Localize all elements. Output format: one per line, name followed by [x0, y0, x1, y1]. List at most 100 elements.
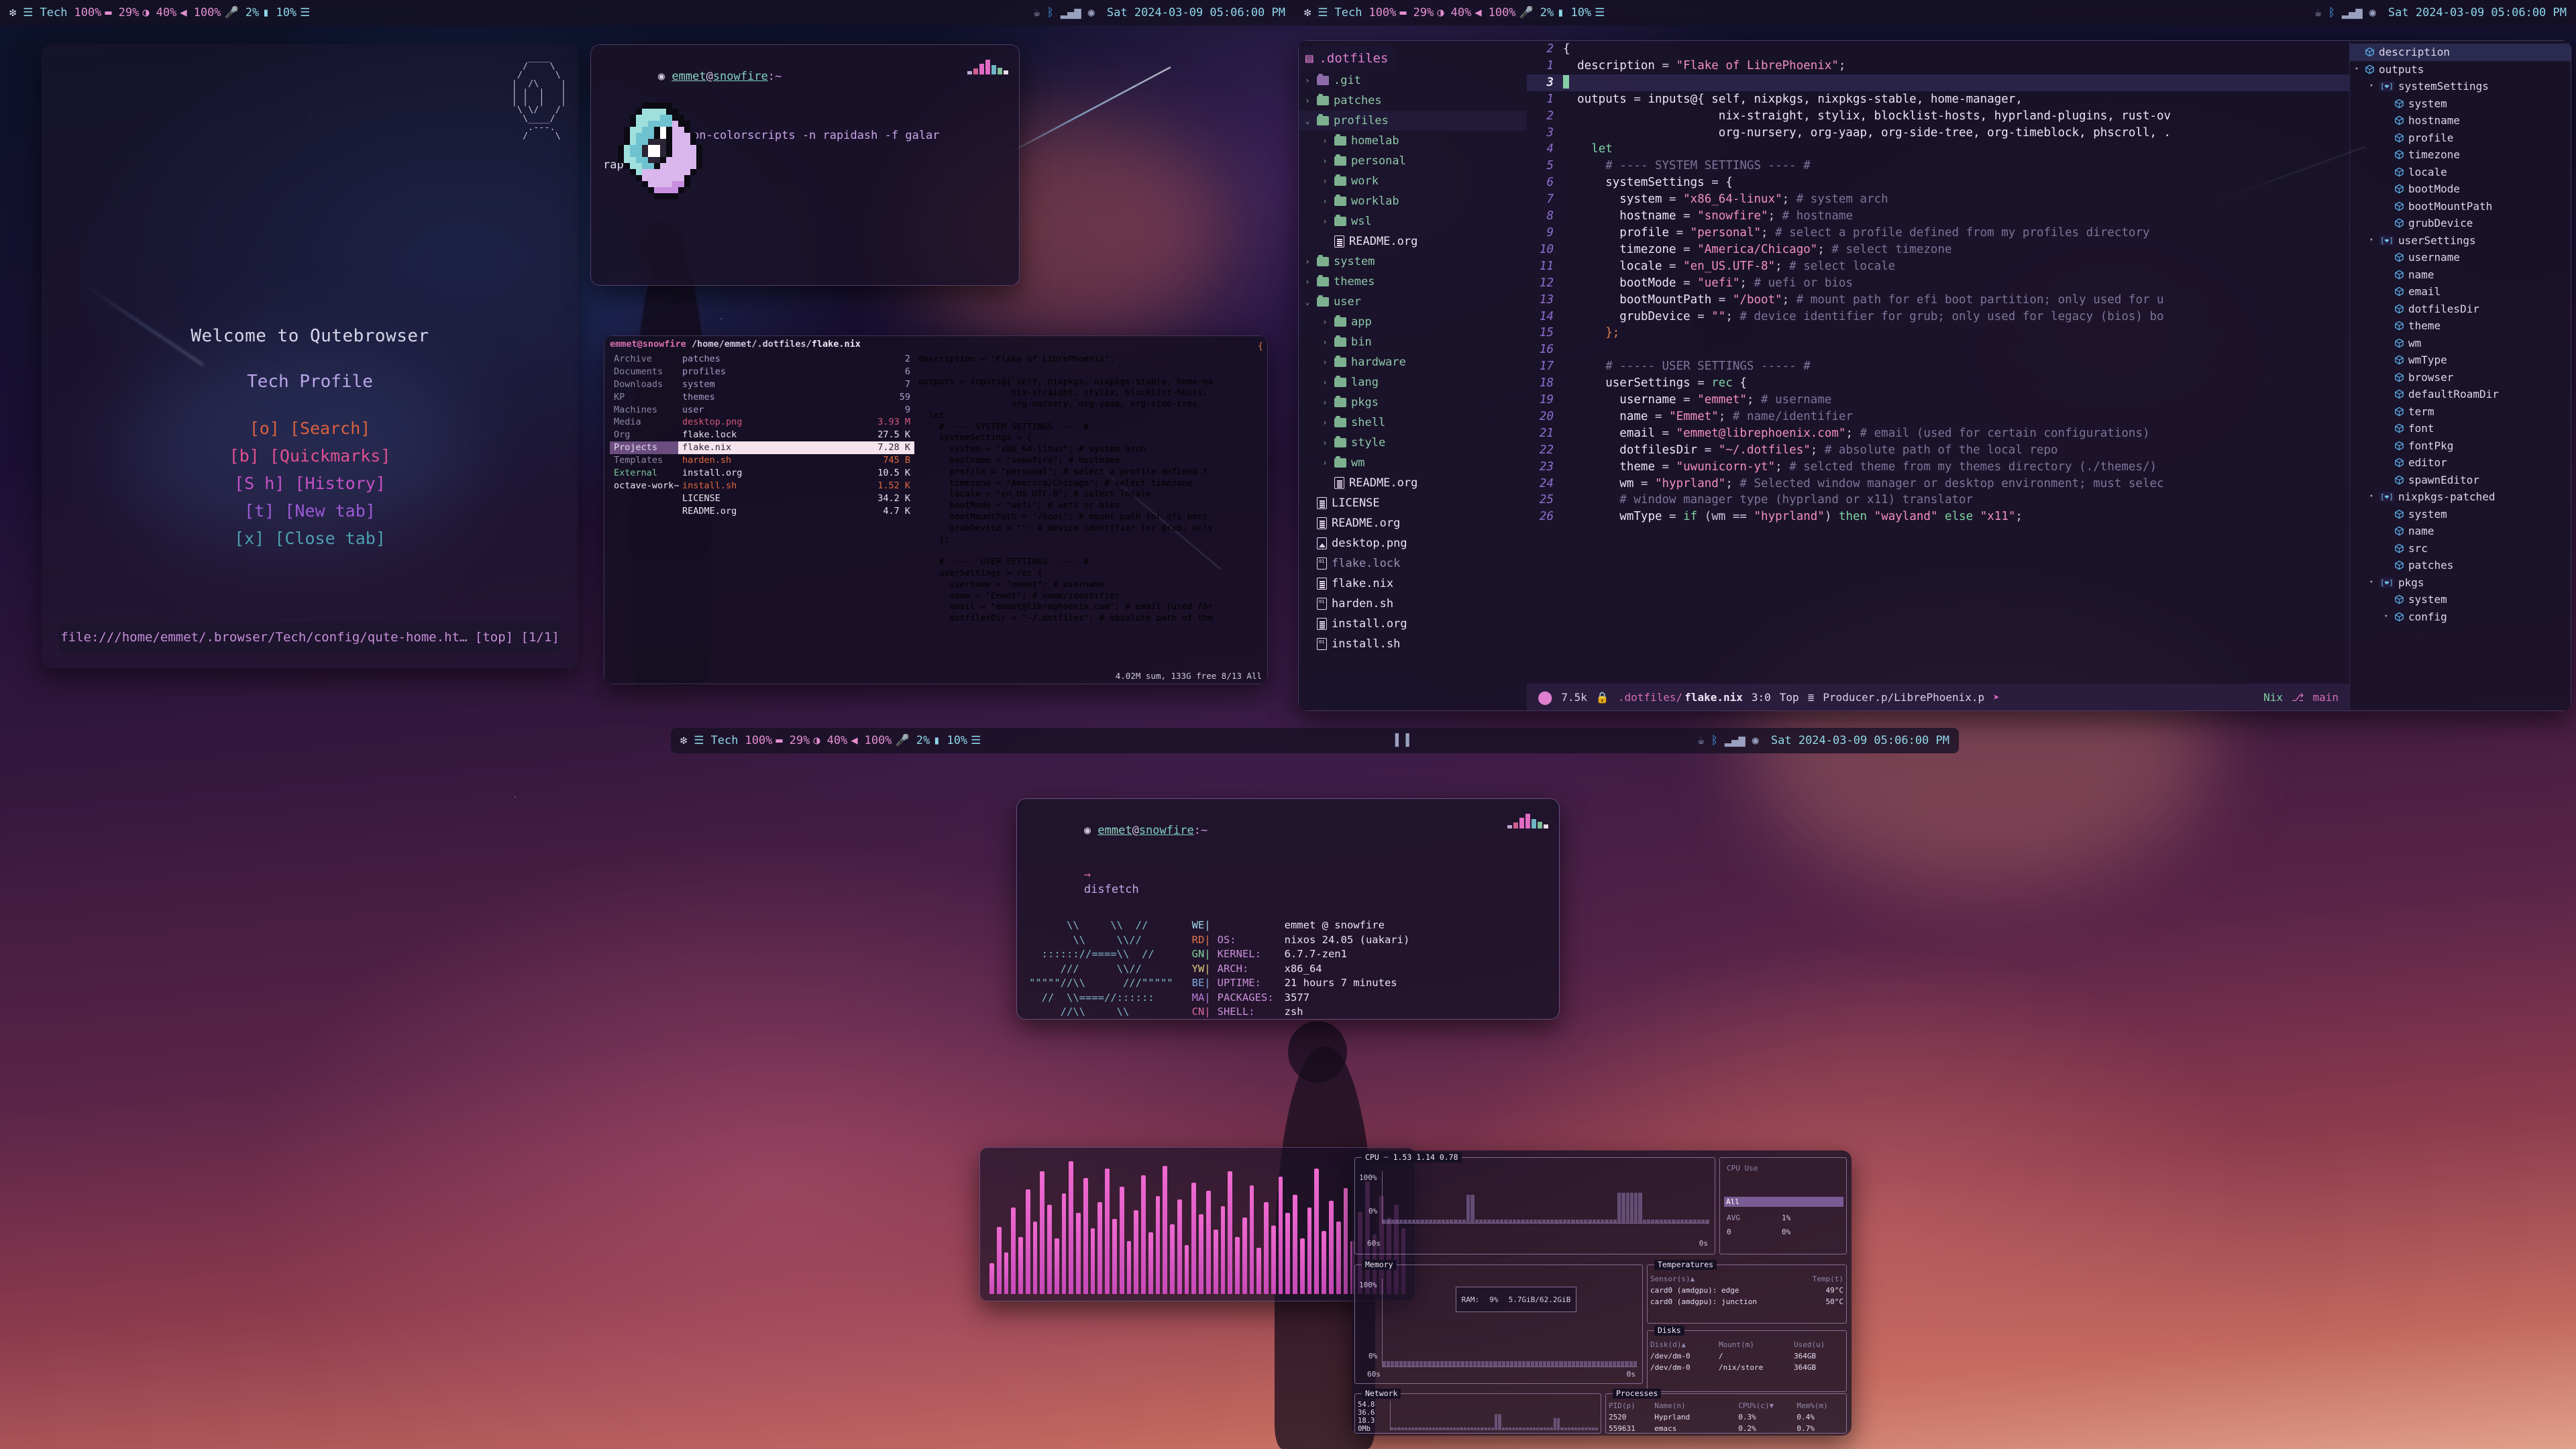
code-line[interactable]: 5 # ---- SYSTEM SETTINGS ---- #: [1527, 158, 2349, 174]
clock[interactable]: Sat 2024-03-09 05:06:00 PM: [1771, 734, 1949, 747]
code-line[interactable]: 17 # ----- USER SETTINGS ----- #: [1527, 358, 2349, 375]
treemacs-node[interactable]: › wm: [1299, 453, 1527, 473]
btop-process-row[interactable]: 559631 emacs 0.2% 0.7%: [1606, 1423, 1846, 1434]
treemacs-node[interactable]: › work: [1299, 171, 1527, 191]
chevron-right-icon[interactable]: ›: [1320, 151, 1330, 171]
workspace-label[interactable]: Tech: [1335, 6, 1362, 19]
code-line[interactable]: 14 grubDevice = ""; # device identifier …: [1527, 309, 2349, 325]
treemacs-node[interactable]: › themes: [1299, 272, 1527, 292]
chevron-down-icon[interactable]: ▾: [2367, 78, 2375, 95]
emacs-window[interactable]: ▤ .dotfiles › .git › patches ⌄ profiles › homel…: [1298, 40, 2571, 711]
clock[interactable]: Sat 2024-03-09 05:06:00 PM: [2388, 6, 2567, 19]
treemacs-node[interactable]: › lang: [1299, 372, 1527, 392]
treemacs-node[interactable]: › worklab: [1299, 191, 1527, 211]
ranger-parent-item[interactable]: Media: [610, 416, 678, 429]
treemacs-node[interactable]: › wsl: [1299, 211, 1527, 231]
imenu-entry[interactable]: system: [2350, 506, 2571, 523]
ranger-file-row[interactable]: LICENSE 34.2 K: [678, 492, 914, 505]
statusbar-bottom[interactable]: ❇ ☰ Tech 100% ▬ 29% ◑ 40% ◀ 100% 🎤 2% ▮ 10% ☰ …: [671, 728, 1959, 753]
btop-disk-col-mount[interactable]: Mount(m): [1716, 1339, 1791, 1350]
treemacs-node[interactable]: install.sh: [1299, 634, 1527, 654]
mic-indicator[interactable]: 100% 🎤: [865, 734, 910, 747]
chevron-right-icon[interactable]: ›: [1320, 372, 1330, 392]
ranger-current-column[interactable]: patches 2 profiles 6 system 7 themes 59 user 9 des…: [678, 353, 914, 684]
imenu-entry[interactable]: editor: [2350, 454, 2571, 472]
chevron-right-icon[interactable]: ›: [1320, 191, 1330, 211]
imenu-entry[interactable]: defaultRoamDir: [2350, 386, 2571, 403]
chevron-down-icon[interactable]: ▾: [2367, 488, 2375, 506]
imenu-entry[interactable]: fontPkg: [2350, 437, 2571, 455]
memory-indicator[interactable]: 2% ▮: [246, 6, 270, 19]
workspace-label[interactable]: Tech: [711, 734, 739, 747]
record-icon[interactable]: ◉: [1088, 7, 1095, 19]
bluetooth-icon[interactable]: ᛒ: [1711, 735, 1718, 747]
btop-temp-col-sensor[interactable]: Sensor(s)▲: [1648, 1273, 1797, 1285]
wifi-signal-icon[interactable]: ▂▄▆: [1725, 735, 1746, 747]
chevron-right-icon[interactable]: ›: [1303, 70, 1312, 91]
ranger-file-row[interactable]: user 9: [678, 404, 914, 417]
btop-disk-col-disk[interactable]: Disk(d)▲: [1648, 1339, 1716, 1350]
treemacs-node[interactable]: install.org: [1299, 614, 1527, 634]
cava-visualizer-window[interactable]: [979, 1147, 1415, 1301]
imenu-entry[interactable]: name: [2350, 266, 2571, 284]
code-line[interactable]: 2 nix-straight, stylix, blocklist-hosts,…: [1527, 108, 2349, 125]
ranger-parent-item[interactable]: Projects: [610, 441, 678, 455]
emacs-body[interactable]: ▤ .dotfiles › .git › patches ⌄ profiles › homel…: [1298, 40, 2571, 711]
chevron-right-icon[interactable]: ›: [1303, 91, 1312, 111]
imenu-entry[interactable]: system: [2350, 591, 2571, 608]
ranger-parent-item[interactable]: Downloads: [610, 378, 678, 391]
code-line[interactable]: 3 org-nursery, org-yaap, org-side-tree, …: [1527, 125, 2349, 142]
qutebrowser-link-4[interactable]: [x] [Close tab]: [234, 529, 386, 548]
treemacs-node[interactable]: ⌄ profiles: [1299, 111, 1527, 131]
code-line[interactable]: 11 locale = "en_US.UTF-8"; # select loca…: [1527, 258, 2349, 275]
qutebrowser-window[interactable]: ____ / \ / \ | /\ | | | | | | | | | \ \/…: [42, 44, 578, 668]
imenu-entry[interactable]: hostname: [2350, 112, 2571, 129]
chevron-right-icon[interactable]: ›: [1320, 433, 1330, 453]
chevron-right-icon[interactable]: ›: [1320, 352, 1330, 372]
btop-body[interactable]: CPU ─ 1.53 1.14 0.78 100% 0% 60s 0s CPU …: [1352, 1150, 1851, 1436]
disk-indicator[interactable]: 10% ☰: [276, 6, 310, 19]
emacs-modeline[interactable]: ⬤ 7.5k 🔒 .dotfiles/flake.nix 3:0 Top ≣ P…: [1527, 684, 2349, 710]
chevron-right-icon[interactable]: ›: [1320, 171, 1330, 191]
imenu-entry[interactable]: font: [2350, 420, 2571, 437]
imenu-entry[interactable]: timezone: [2350, 146, 2571, 164]
imenu-entry[interactable]: ▾ [❤] pkgs: [2350, 574, 2571, 592]
treemacs-node[interactable]: › shell: [1299, 413, 1527, 433]
no-coffee-icon[interactable]: ☕: [1697, 735, 1704, 747]
chevron-right-icon[interactable]: ›: [1320, 332, 1330, 352]
code-line[interactable]: 19 username = "emmet"; # username: [1527, 392, 2349, 409]
ranger-file-row[interactable]: flake.lock 27.5 K: [678, 429, 914, 441]
battery-indicator[interactable]: 100% ▬: [745, 734, 782, 747]
volume-indicator[interactable]: 40% ◀: [827, 734, 858, 747]
imenu-entry[interactable]: name: [2350, 523, 2571, 540]
emacs-treemacs-sidebar[interactable]: ▤ .dotfiles › .git › patches ⌄ profiles › homel…: [1299, 41, 1527, 710]
cpu-indicator[interactable]: 29% ◑: [119, 6, 150, 19]
mic-indicator[interactable]: 100% 🎤: [194, 6, 239, 19]
terminal-pokemon-window[interactable]: ◉ emmet@snowfire:~ → pokemon-colorscript…: [590, 44, 1020, 286]
treemacs-node[interactable]: › .git: [1299, 70, 1527, 91]
chevron-down-icon[interactable]: ▾: [2382, 608, 2390, 626]
battery-indicator[interactable]: 100% ▬: [74, 6, 111, 19]
wifi-signal-icon[interactable]: ▂▄▆: [2342, 7, 2363, 19]
imenu-entry[interactable]: username: [2350, 249, 2571, 266]
treemacs-node[interactable]: harden.sh: [1299, 594, 1527, 614]
treemacs-node[interactable]: › hardware: [1299, 352, 1527, 372]
code-line[interactable]: 26 wmType = if (wm == "hyprland") then "…: [1527, 508, 2349, 525]
record-icon[interactable]: ◉: [1752, 735, 1759, 747]
code-line[interactable]: 24 wm = "hyprland"; # Selected window ma…: [1527, 476, 2349, 492]
cpu-indicator[interactable]: 29% ◑: [1413, 6, 1444, 19]
code-line[interactable]: 16: [1527, 341, 2349, 358]
nix-snowflake-icon[interactable]: ❇: [1304, 7, 1311, 19]
imenu-entry[interactable]: ▾ config: [2350, 608, 2571, 626]
treemacs-node[interactable]: › app: [1299, 312, 1527, 332]
no-coffee-icon[interactable]: ☕: [2314, 7, 2321, 19]
code-line[interactable]: 4 let: [1527, 141, 2349, 158]
battery-indicator[interactable]: 100% ▬: [1368, 6, 1406, 19]
ranger-file-row[interactable]: flake.nix 7.28 K: [678, 441, 914, 455]
treemacs-node[interactable]: › bin: [1299, 332, 1527, 352]
terminal-pokemon-body[interactable]: ◉ emmet@snowfire:~ → pokemon-colorscript…: [590, 44, 1020, 286]
btop-proc-col-cpu[interactable]: CPU%(c)▼: [1735, 1400, 1794, 1411]
ranger-file-row[interactable]: themes 59: [678, 391, 914, 404]
chevron-down-icon[interactable]: ▾: [2367, 232, 2375, 250]
qutebrowser-link-2[interactable]: [S h] [History]: [234, 474, 386, 493]
